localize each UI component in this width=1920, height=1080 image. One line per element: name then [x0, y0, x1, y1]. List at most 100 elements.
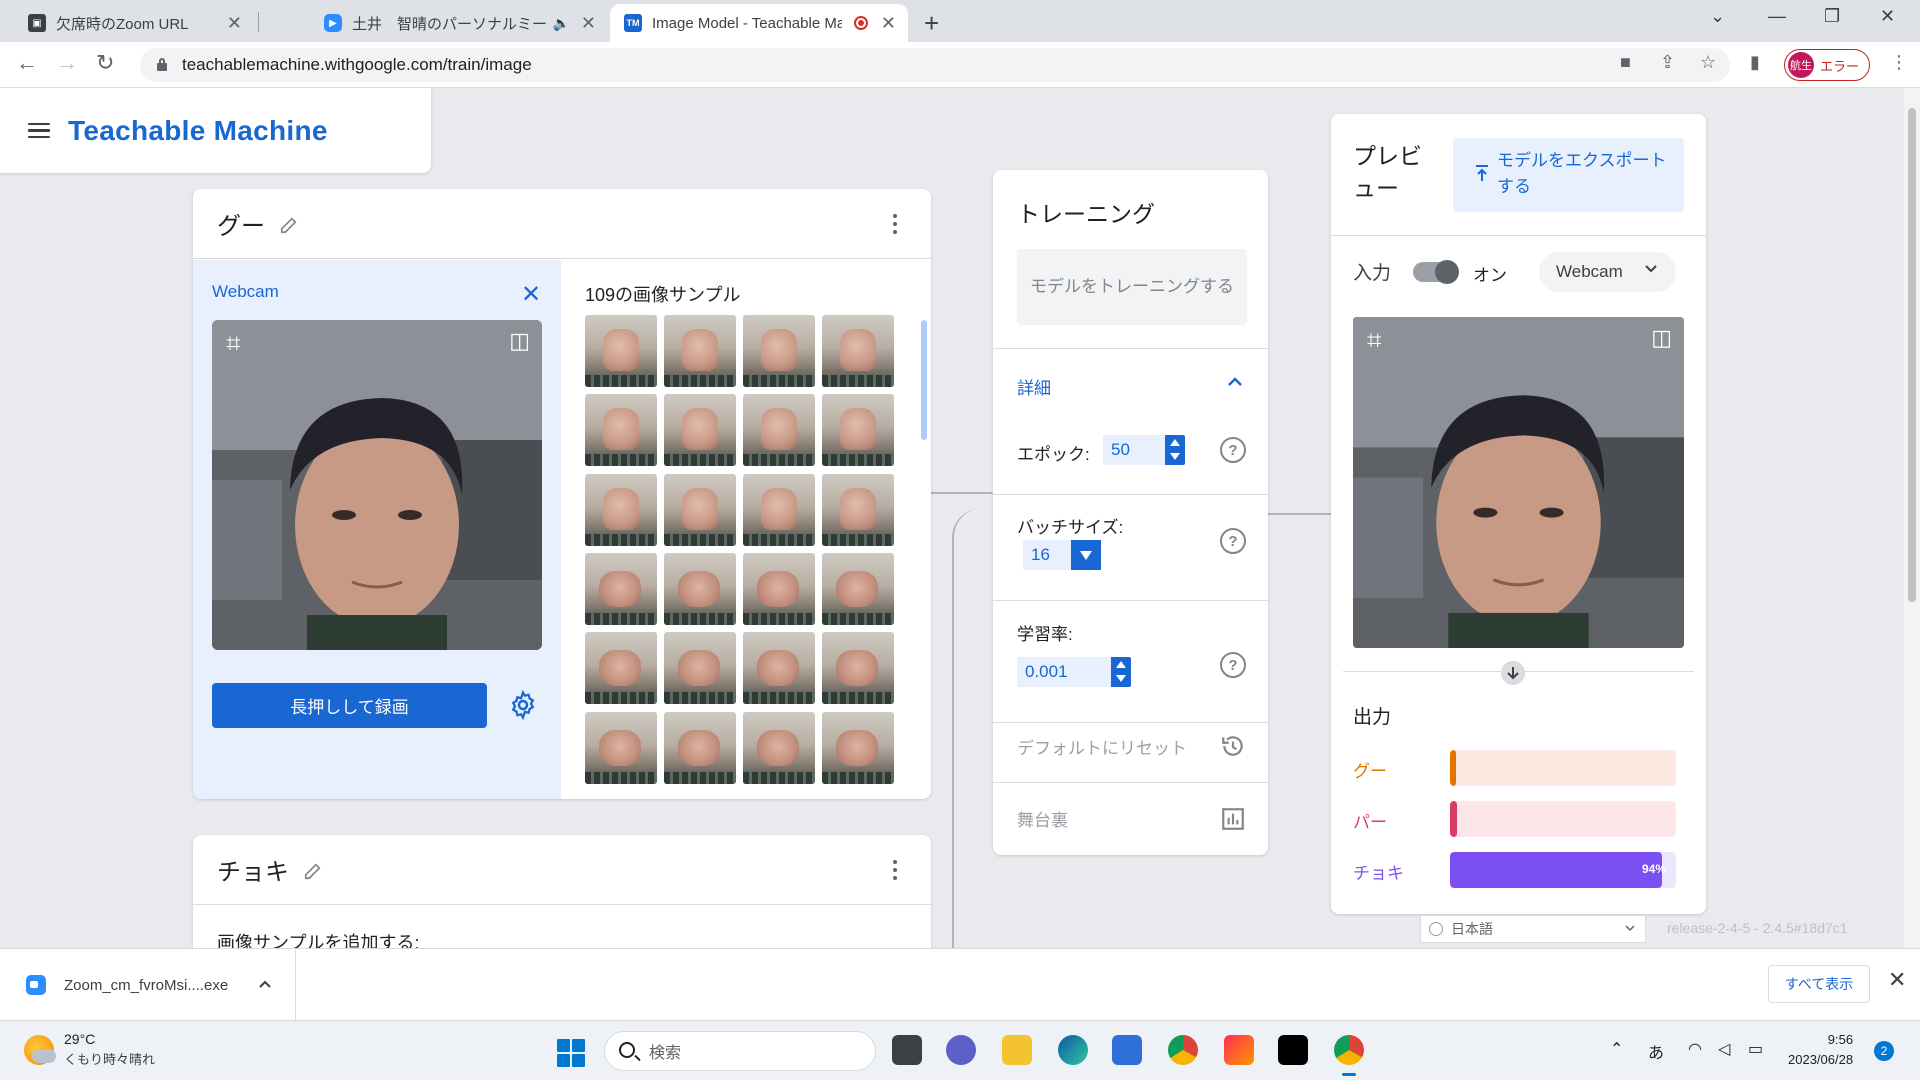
forward-icon[interactable]: → — [56, 50, 78, 76]
edit-pencil-icon[interactable] — [279, 213, 301, 235]
minimize-icon[interactable]: — — [1768, 6, 1786, 27]
page-scrollbar[interactable] — [1904, 88, 1920, 948]
back-icon[interactable]: ← — [16, 50, 38, 76]
download-item[interactable]: Zoom_cm_fvroMsi....exe — [0, 949, 296, 1021]
sample-thumbnail[interactable] — [822, 315, 894, 387]
hamburger-menu-icon[interactable] — [28, 122, 50, 139]
batch-size-help-icon[interactable]: ? — [1220, 528, 1246, 554]
class-options-icon[interactable] — [893, 860, 897, 880]
chrome-profile-icon[interactable] — [1334, 1035, 1364, 1076]
ime-indicator[interactable]: あ — [1648, 1039, 1664, 1063]
samples-scrollbar[interactable] — [921, 320, 927, 440]
jetbrains-icon[interactable] — [1278, 1035, 1308, 1065]
close-tab-icon[interactable]: ✕ — [581, 13, 596, 34]
battery-icon[interactable]: ▭ — [1748, 1039, 1763, 1059]
train-model-button[interactable]: モデルをトレーニングする — [1017, 249, 1247, 325]
close-download-bar-icon[interactable]: ✕ — [1888, 967, 1906, 993]
profile-button[interactable]: 航生 エラー — [1784, 49, 1870, 81]
close-tab-icon[interactable]: ✕ — [227, 13, 242, 34]
close-webcam-icon[interactable]: ✕ — [521, 280, 541, 309]
chevron-up-icon[interactable] — [258, 977, 272, 991]
chevron-up-icon[interactable] — [1226, 373, 1244, 391]
sample-thumbnail[interactable] — [664, 711, 736, 784]
flip-icon[interactable]: ◫ — [1651, 325, 1672, 351]
learning-rate-help-icon[interactable]: ? — [1220, 652, 1246, 678]
sample-thumbnail[interactable] — [585, 711, 657, 784]
sample-thumbnail[interactable] — [743, 394, 815, 467]
sample-thumbnail[interactable] — [743, 552, 815, 625]
side-panel-icon[interactable]: ▮ — [1750, 52, 1760, 73]
start-button[interactable] — [557, 1039, 585, 1067]
language-select[interactable]: 日本語 — [1420, 915, 1646, 943]
history-icon[interactable] — [1220, 733, 1246, 759]
sample-thumbnail[interactable] — [822, 394, 894, 467]
app-icon[interactable] — [1224, 1035, 1254, 1065]
sample-thumbnail[interactable] — [585, 473, 657, 546]
sample-thumbnail[interactable] — [664, 552, 736, 625]
sample-thumbnail[interactable] — [664, 632, 736, 705]
sample-thumbnail[interactable] — [743, 632, 815, 705]
reload-icon[interactable]: ↻ — [96, 50, 114, 76]
tab-zoom-meeting[interactable]: ▶ 土井 智晴のパーソナルミーティン 🔈 ✕ — [310, 4, 608, 42]
edge-icon[interactable] — [1058, 1035, 1088, 1065]
sample-thumbnail[interactable] — [743, 315, 815, 387]
speaker-icon[interactable]: 🔈 — [553, 15, 570, 32]
show-hidden-icons[interactable]: ⌃ — [1610, 1039, 1623, 1059]
sample-thumbnail[interactable] — [822, 473, 894, 546]
epoch-help-icon[interactable]: ? — [1220, 437, 1246, 463]
batch-size-select[interactable]: 16 — [1023, 540, 1101, 570]
scrollbar-thumb[interactable] — [1908, 108, 1916, 602]
under-the-hood-button[interactable]: 舞台裏 — [1017, 806, 1068, 831]
share-icon[interactable]: ⇪ — [1660, 52, 1675, 73]
tab-zoom-url[interactable]: ▣ 欠席時のZoom URL ✕ — [14, 4, 254, 42]
epoch-input[interactable]: 50 — [1103, 435, 1185, 465]
volume-muted-icon[interactable]: ◁ — [1718, 1039, 1730, 1059]
class-name[interactable]: チョキ — [217, 852, 289, 887]
flip-icon[interactable]: ◫ — [509, 328, 530, 354]
input-toggle[interactable] — [1413, 260, 1459, 284]
new-tab-button[interactable]: + — [924, 8, 939, 39]
camera-in-use-icon[interactable]: ■ — [1620, 52, 1631, 73]
dropdown-arrow-icon[interactable] — [1071, 540, 1101, 570]
sample-thumbnail[interactable] — [664, 315, 736, 387]
teams-chat-icon[interactable] — [946, 1035, 976, 1065]
bar-chart-icon[interactable] — [1220, 806, 1246, 832]
store-icon[interactable] — [1112, 1035, 1142, 1065]
settings-gear-icon[interactable] — [508, 690, 538, 720]
edit-pencil-icon[interactable] — [303, 859, 325, 881]
file-explorer-icon[interactable] — [1002, 1035, 1032, 1065]
class-name[interactable]: グー — [217, 206, 265, 241]
sample-thumbnail[interactable] — [585, 632, 657, 705]
chrome-icon[interactable] — [1168, 1035, 1198, 1065]
sample-thumbnail[interactable] — [743, 473, 815, 546]
input-source-select[interactable]: Webcam — [1539, 252, 1676, 292]
sample-thumbnail[interactable] — [822, 552, 894, 625]
sample-thumbnail[interactable] — [822, 711, 894, 784]
menu-kebab-icon[interactable]: ⋮ — [1890, 52, 1908, 73]
task-view-icon[interactable] — [892, 1035, 922, 1065]
close-window-icon[interactable]: ✕ — [1880, 6, 1895, 27]
address-bar[interactable]: teachablemachine.withgoogle.com/train/im… — [140, 48, 1730, 82]
sample-thumbnail[interactable] — [664, 473, 736, 546]
reset-defaults-button[interactable]: デフォルトにリセット — [1017, 734, 1187, 759]
export-model-button[interactable]: モデルをエクスポートする — [1453, 138, 1684, 212]
sample-thumbnail[interactable] — [743, 711, 815, 784]
close-tab-icon[interactable]: ✕ — [881, 13, 896, 34]
learning-rate-stepper-icon[interactable] — [1111, 657, 1131, 687]
class-options-icon[interactable] — [893, 214, 897, 234]
sample-thumbnail[interactable] — [664, 394, 736, 467]
sample-thumbnail[interactable] — [585, 394, 657, 467]
wifi-icon[interactable]: ◠ — [1688, 1039, 1702, 1059]
crop-icon[interactable]: ⌗ — [1367, 325, 1382, 357]
tab-search-icon[interactable]: ⌄ — [1710, 6, 1725, 27]
learning-rate-input[interactable]: 0.001 — [1017, 657, 1131, 687]
sample-thumbnail[interactable] — [585, 552, 657, 625]
taskbar-search[interactable]: 検索 — [604, 1031, 876, 1071]
sample-thumbnail[interactable] — [585, 315, 657, 387]
advanced-toggle[interactable]: 詳細 — [1017, 374, 1051, 399]
tab-teachable-machine[interactable]: TM Image Model - Teachable Ma ✕ — [610, 4, 908, 42]
weather-widget[interactable]: 29°C くもり時々晴れ — [24, 1031, 155, 1068]
restore-icon[interactable]: ❐ — [1824, 6, 1840, 27]
notification-badge[interactable]: 2 — [1874, 1041, 1894, 1061]
system-clock[interactable]: 9:56 2023/06/28 — [1788, 1030, 1853, 1070]
